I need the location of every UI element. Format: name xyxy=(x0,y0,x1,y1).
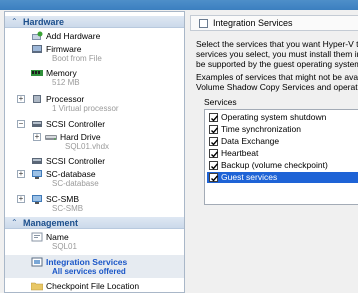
tree-item-sublabel: SQL01.vhdx xyxy=(65,142,110,151)
tree-item-firmware[interactable]: Firmware Boot from File xyxy=(5,43,184,65)
collapse-chevron-icon[interactable]: ⌃ xyxy=(11,17,18,26)
management-section-header[interactable]: ⌃ Management xyxy=(5,217,184,229)
tree-item-name[interactable]: Name SQL01 xyxy=(5,231,184,253)
expand-plus-icon[interactable]: + xyxy=(17,170,25,178)
service-item-guest-services[interactable]: Guest services xyxy=(207,172,358,183)
tree-item-label: SCSI Controller xyxy=(46,156,106,166)
tree-item-label: Add Hardware xyxy=(46,31,101,41)
service-label: Heartbeat xyxy=(221,148,259,158)
tree-item-sublabel: 512 MB xyxy=(52,78,80,87)
service-label: Operating system shutdown xyxy=(221,112,327,122)
hard-drive-icon xyxy=(45,132,57,142)
integration-services-panel: Integration Services Select the services… xyxy=(190,11,358,293)
management-section-title: Management xyxy=(23,218,79,228)
integration-services-icon xyxy=(31,257,43,267)
panel-header: Integration Services xyxy=(190,15,358,31)
tree-item-label: Hard Drive xyxy=(60,132,101,142)
service-item-heartbeat[interactable]: Heartbeat xyxy=(207,148,358,159)
service-label: Data Exchange xyxy=(221,136,280,146)
tree-item-scsi-controller[interactable]: SCSI Controller xyxy=(5,155,184,167)
firmware-icon xyxy=(31,44,43,54)
expand-plus-icon[interactable]: + xyxy=(17,195,25,203)
tree-item-label: Checkpoint File Location xyxy=(46,281,140,291)
service-checkbox[interactable] xyxy=(209,125,219,134)
service-label: Guest services xyxy=(221,172,278,182)
hardware-section-header[interactable]: ⌃ Hardware xyxy=(5,16,184,28)
network-adapter-icon xyxy=(31,194,43,204)
tree-item-hard-drive[interactable]: + Hard Drive SQL01.vhdx xyxy=(5,131,184,153)
integration-services-icon xyxy=(199,19,208,28)
network-adapter-icon xyxy=(31,169,43,179)
examples-line: Volume Shadow Copy Services and operatin… xyxy=(196,82,358,92)
service-item-data-exchange[interactable]: Data Exchange xyxy=(207,136,358,147)
memory-icon xyxy=(31,68,43,78)
tree-item-sc-smb[interactable]: + SC-SMB SC-SMB xyxy=(5,193,184,215)
tree-item-label: Memory xyxy=(46,68,77,78)
tree-item-sublabel: 1 Virtual processor xyxy=(52,104,119,113)
name-icon xyxy=(31,232,43,242)
collapse-chevron-icon[interactable]: ⌃ xyxy=(11,218,18,227)
service-label: Time synchronization xyxy=(221,124,301,134)
checkpoint-folder-icon xyxy=(30,281,44,291)
panel-title: Integration Services xyxy=(213,18,293,28)
expand-plus-icon[interactable]: + xyxy=(33,133,41,141)
tree-item-label: SC-SMB xyxy=(46,194,80,204)
services-label: Services xyxy=(204,97,237,107)
tree-item-integration-services[interactable]: Integration Services All services offere… xyxy=(5,255,184,278)
tree-item-label: Integration Services xyxy=(46,257,128,267)
expand-plus-icon[interactable]: + xyxy=(17,95,25,103)
tree-item-memory[interactable]: Memory 512 MB xyxy=(5,67,184,89)
tree-item-sublabel: SQL01 xyxy=(52,242,77,251)
service-checkbox[interactable] xyxy=(209,161,219,170)
examples-line: Examples of services that might not be a… xyxy=(196,72,358,82)
service-label: Backup (volume checkpoint) xyxy=(221,160,328,170)
services-list: Operating system shutdown Time synchroni… xyxy=(204,109,358,205)
settings-tree-panel: ⌃ Hardware Add Hardware Firmware Boot fr… xyxy=(4,11,185,293)
description-line: Select the services that you want Hyper-… xyxy=(196,39,358,49)
tree-item-scsi-controller[interactable]: − SCSI Controller xyxy=(5,118,184,130)
tree-item-sc-database[interactable]: + SC-database SC-database xyxy=(5,168,184,190)
description-text: Select the services that you want Hyper-… xyxy=(196,39,358,69)
examples-text: Examples of services that might not be a… xyxy=(196,72,358,92)
collapse-minus-icon[interactable]: − xyxy=(17,120,25,128)
scsi-controller-icon xyxy=(31,119,43,129)
description-line: services you select, you must install th… xyxy=(196,49,358,59)
service-item-time-synchronization[interactable]: Time synchronization xyxy=(207,124,358,135)
vm-settings-window: ⌃ Hardware Add Hardware Firmware Boot fr… xyxy=(0,0,358,293)
add-hardware-icon xyxy=(31,31,43,41)
window-top-strip xyxy=(0,0,358,10)
processor-icon xyxy=(31,94,43,104)
tree-item-processor[interactable]: + Processor 1 Virtual processor xyxy=(5,93,184,115)
tree-item-label: Firmware xyxy=(46,44,82,54)
service-checkbox[interactable] xyxy=(209,113,219,122)
tree-item-sublabel: All services offered xyxy=(52,267,126,276)
scsi-controller-icon xyxy=(31,156,43,166)
service-item-operating-system-shutdown[interactable]: Operating system shutdown xyxy=(207,112,358,123)
hardware-section-title: Hardware xyxy=(23,17,65,27)
tree-item-add-hardware[interactable]: Add Hardware xyxy=(5,30,184,42)
service-checkbox[interactable] xyxy=(209,137,219,146)
tree-item-sublabel: SC-database xyxy=(52,179,99,188)
service-checkbox[interactable] xyxy=(209,149,219,158)
tree-item-sublabel: Boot from File xyxy=(52,54,102,63)
tree-item-sublabel: SC-SMB xyxy=(52,204,84,213)
tree-item-label: Name xyxy=(46,232,69,242)
tree-item-label: Processor xyxy=(46,94,85,104)
tree-item-label: SC-database xyxy=(46,169,96,179)
service-checkbox[interactable] xyxy=(209,173,219,182)
description-line: be supported by the guest operating syst… xyxy=(196,59,358,69)
tree-item-label: SCSI Controller xyxy=(46,119,106,129)
service-item-backup-volume-checkpoint[interactable]: Backup (volume checkpoint) xyxy=(207,160,358,171)
tree-item-checkpoint-file-location[interactable]: Checkpoint File Location xyxy=(5,280,184,292)
